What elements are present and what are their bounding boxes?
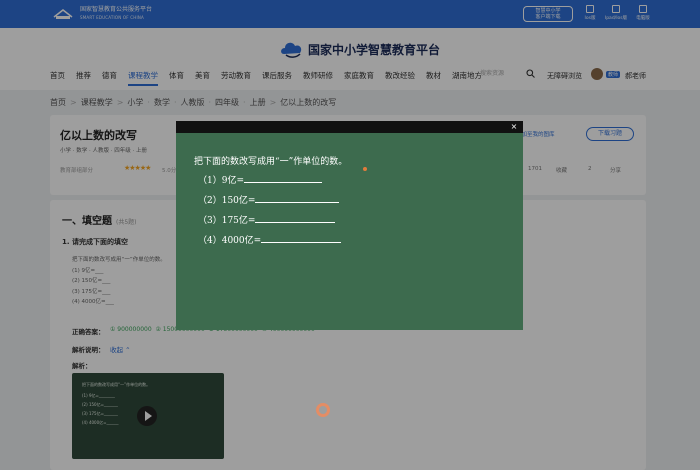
pointer-dot xyxy=(363,167,367,171)
cursor-indicator xyxy=(316,403,330,417)
close-icon[interactable]: × xyxy=(507,121,521,133)
video-player-modal[interactable]: × 把下面的数改写成用“一”作单位的数。 （1）9亿= （2）150亿= （3）… xyxy=(176,121,523,330)
video-problem: （1）9亿= xyxy=(198,173,322,186)
video-problem: （2）150亿= xyxy=(198,193,340,206)
video-instruction: 把下面的数改写成用“一”作单位的数。 xyxy=(194,157,348,167)
video-problem: （3）175亿= xyxy=(198,213,336,226)
video-problem: （4）4000亿= xyxy=(198,233,342,246)
modal-title-bar xyxy=(176,121,523,133)
